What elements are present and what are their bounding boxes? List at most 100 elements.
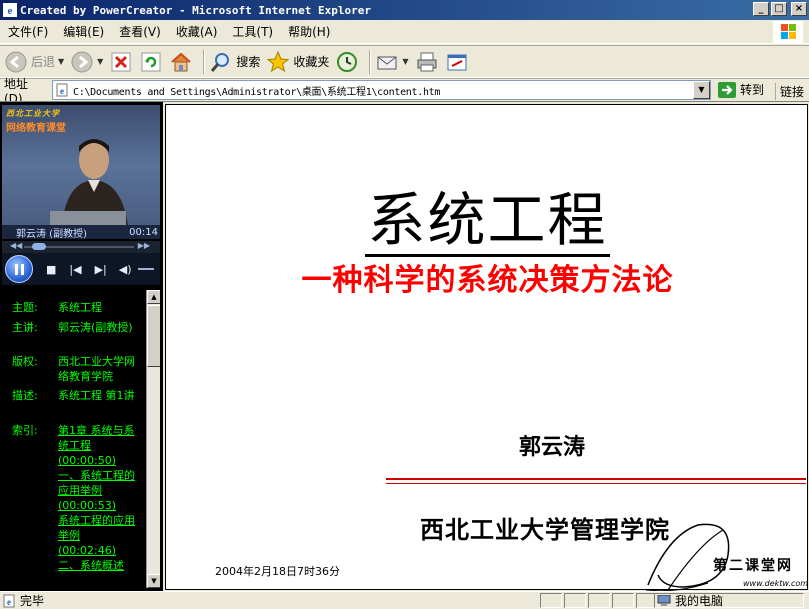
page-icon: e [56,83,68,97]
stop-button[interactable] [109,50,133,74]
seek-bar[interactable]: ◀◀ ▶▶ [2,241,160,253]
index-link-time[interactable]: (00:00:53) [58,499,116,512]
security-zone: 我的电脑 [654,593,804,608]
speaker-key: 主讲: [12,321,38,334]
topic-value: 系统工程 [58,301,102,314]
index-link[interactable]: 二、系统概述 [58,559,124,572]
home-button[interactable] [169,50,193,74]
volume-slider[interactable] [137,268,154,270]
home-icon [171,52,191,71]
slide-subtitle: 一种科学的系统决策方法论 [301,263,674,298]
info-scrollbar[interactable]: ▲ ▼ [146,290,160,588]
index-key: 索引: [12,424,38,437]
seek-knob[interactable] [32,243,46,250]
favorites-star-icon [267,50,290,72]
speaker-caption: 郭云涛 (副教授) [16,228,87,240]
address-input[interactable]: e C:\Documents and Settings\Administrato… [52,80,711,100]
mail-button[interactable]: ▼ [375,50,409,74]
next-icon[interactable]: ▶| [95,263,107,276]
stop-icon [111,52,131,71]
menu-file[interactable]: 文件(F) [8,23,48,40]
window-title-bar: e Created by PowerCreator - Microsoft In… [0,0,809,20]
back-dropdown-icon[interactable]: ▼ [58,57,64,66]
scroll-thumb[interactable] [147,305,160,367]
history-button[interactable] [335,50,359,74]
slide-divider [386,478,806,480]
video-brand-line1: 西北工业大学 [6,109,60,118]
slide-pane: 系统工程 一种科学的系统决策方法论 郭云涛 西北工业大学管理学院 2004年2月… [163,102,809,592]
index-link[interactable]: 系统工程的应用举例 [58,514,135,542]
go-arrow-icon [718,81,736,98]
copyright-value: 西北工业大学网络教育学院 [58,355,135,383]
links-button[interactable]: 链接 [775,83,804,100]
edit-button[interactable] [445,50,469,74]
speaker-value: 郭云涛(副教授) [58,321,133,334]
index-link[interactable]: 一、系统工程的应用举例 [58,469,135,497]
close-button[interactable]: × [791,2,807,16]
menu-tools[interactable]: 工具(T) [232,23,273,40]
go-label: 转到 [740,83,765,97]
address-dropdown-icon[interactable]: ▼ [693,81,710,99]
page-content: 西北工业大学 网络教育课堂 郭云涛 (副教授) 00:14 ◀◀ ▶▶ ■ |◀… [0,101,809,592]
player-sidebar: 西北工业大学 网络教育课堂 郭云涛 (副教授) 00:14 ◀◀ ▶▶ ■ |◀… [0,102,163,592]
player-controls: ■ |◀ ▶| ◀) [2,253,160,285]
history-icon [337,51,358,72]
status-cell [564,593,586,608]
back-label: 后退 [31,55,56,69]
menu-bar: 文件(F) 编辑(E) 查看(V) 收藏(A) 工具(T) 帮助(H) [0,20,809,44]
toolbar-separator [369,49,372,74]
mail-dropdown-icon[interactable]: ▼ [402,57,408,66]
address-bar: 地址(D) e C:\Documents and Settings\Admini… [0,77,809,106]
slide-date: 2004年2月18日7时36分 [215,565,340,578]
address-url: C:\Documents and Settings\Administrator\… [73,86,441,98]
slide-author: 郭云涛 [519,435,586,460]
maximize-button[interactable]: □ [771,2,787,16]
toolbar: 后退 ▼ ▼ 搜索 收藏夹 ▼ [0,45,809,78]
index-link-time[interactable]: (00:00:50) [58,454,116,467]
scroll-up-icon[interactable]: ▲ [147,290,160,304]
go-button[interactable]: 转到 [718,81,764,98]
menu-view[interactable]: 查看(V) [119,23,161,40]
index-link[interactable]: 第1章 系统与系统工程 [58,424,135,452]
pause-icon [14,263,18,275]
scroll-down-icon[interactable]: ▼ [147,574,160,588]
forward-button[interactable]: ▼ [70,50,103,74]
forward-arrow-icon [71,51,93,72]
pause-button[interactable] [5,255,33,283]
print-icon [417,52,437,71]
mail-icon [377,56,397,69]
svg-text:e: e [7,597,11,607]
menu-edit[interactable]: 编辑(E) [63,23,104,40]
description-key: 描述: [12,389,38,402]
status-cell [540,593,562,608]
minimize-button[interactable]: _ [753,2,769,16]
stop-icon[interactable]: ■ [46,263,56,276]
edit-page-icon [447,54,467,70]
ie-icon: e [3,3,17,17]
my-computer-icon [657,594,671,606]
favorites-button[interactable]: 收藏夹 [266,50,329,74]
search-button[interactable]: 搜索 [209,50,260,74]
search-icon [211,52,230,72]
video-caption: 郭云涛 (副教授) 00:14 [2,225,160,240]
rewind-icon[interactable]: ◀◀ [10,241,22,250]
status-cell [612,593,634,608]
refresh-button[interactable] [139,50,163,74]
window-title: Created by PowerCreator - Microsoft Inte… [20,3,371,17]
svg-text:e: e [8,5,13,17]
zone-label: 我的电脑 [675,594,724,608]
volume-icon[interactable]: ◀) [119,263,132,276]
forward-dropdown-icon[interactable]: ▼ [97,57,103,66]
video-frame[interactable]: 西北工业大学 网络教育课堂 [2,105,160,226]
previous-icon[interactable]: |◀ [69,263,81,276]
back-button[interactable]: 后退 ▼ [4,50,64,74]
page-done-icon: e [3,594,15,607]
menu-help[interactable]: 帮助(H) [288,23,330,40]
index-link-time[interactable]: (00:02:46) [58,544,116,557]
slide-institution: 西北工业大学管理学院 [420,516,670,544]
menu-favorites[interactable]: 收藏(A) [176,23,218,40]
fast-forward-icon[interactable]: ▶▶ [138,241,150,250]
slide-divider [386,483,806,484]
refresh-icon [141,52,161,71]
print-button[interactable] [415,50,439,74]
